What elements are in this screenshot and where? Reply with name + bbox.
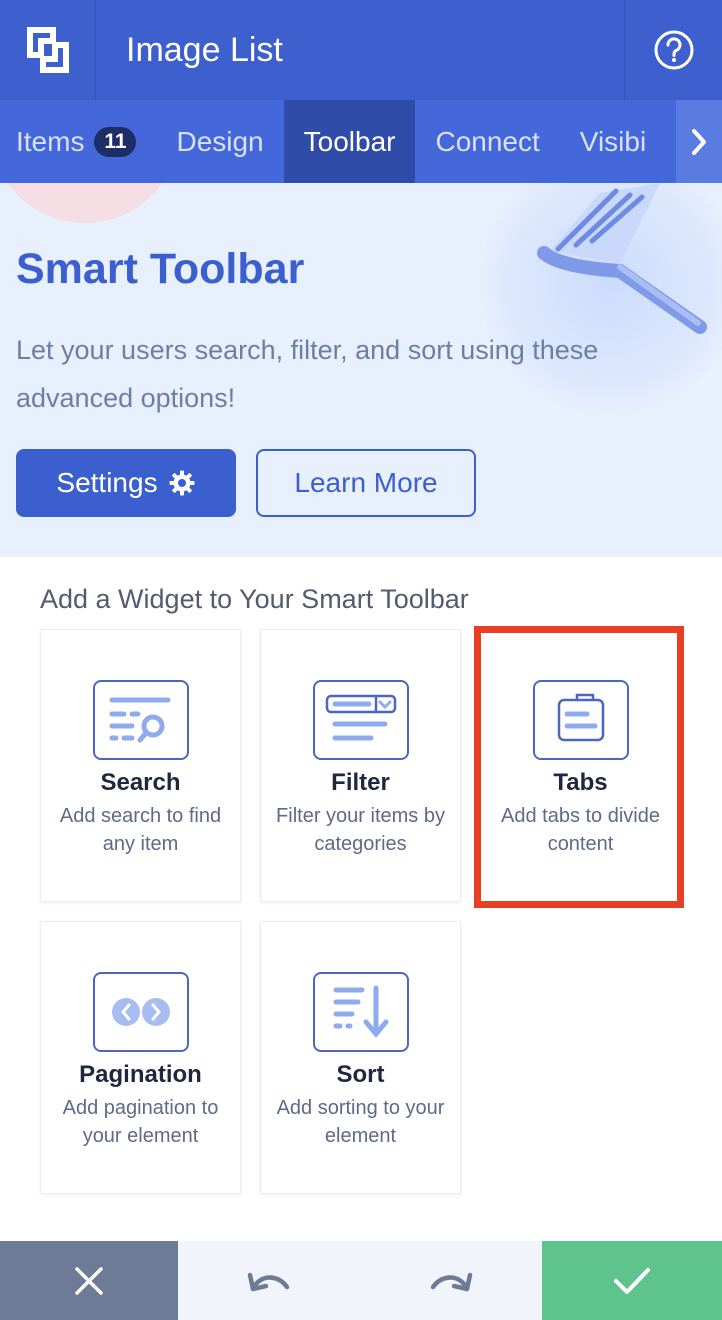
chevron-right-icon	[692, 128, 706, 155]
tab-items[interactable]: Items 11	[0, 100, 156, 183]
tab-label: Toolbar	[303, 125, 396, 157]
widget-description: Filter your items by categories	[276, 805, 445, 855]
gear-icon	[169, 470, 195, 496]
undo-icon	[247, 1272, 290, 1291]
close-button[interactable]	[0, 1241, 178, 1320]
logo[interactable]	[0, 0, 96, 100]
app-header: Image List	[0, 0, 722, 100]
widget-card-sort[interactable]: Sort Add sorting to your element	[260, 921, 461, 1194]
tab-visibility[interactable]: Visibi	[560, 100, 666, 183]
tab-toolbar[interactable]: Toolbar	[283, 100, 416, 183]
logo-icon	[26, 27, 69, 73]
hero-title: Smart Toolbar	[16, 245, 305, 293]
widget-card-filter[interactable]: Filter Filter your items by categories	[260, 629, 461, 902]
tab-label: Items	[16, 125, 85, 157]
filter-widget-icon	[313, 680, 409, 760]
tabs-scroll-right-button[interactable]	[676, 100, 722, 183]
question-icon	[654, 30, 693, 70]
redo-icon	[430, 1272, 473, 1291]
confirm-button[interactable]	[542, 1241, 722, 1320]
widget-card-search[interactable]: Search Add search to find any item	[40, 629, 241, 902]
funnel-icon	[537, 183, 707, 334]
sort-widget-icon	[313, 972, 409, 1052]
tab-label: Visibi	[579, 125, 647, 157]
close-icon	[75, 1266, 103, 1295]
items-count-badge: 11	[94, 126, 137, 157]
widget-card-pagination[interactable]: Pagination Add pagination to your elemen…	[40, 921, 241, 1194]
decorative-circle	[0, 183, 180, 223]
tab-design[interactable]: Design	[156, 100, 283, 183]
settings-label: Settings	[56, 467, 158, 498]
pagination-widget-icon	[93, 972, 189, 1052]
widget-name: Filter	[331, 769, 390, 796]
widget-description: Add pagination to your element	[62, 1097, 219, 1147]
check-icon	[614, 1267, 650, 1294]
history-controls	[178, 1241, 542, 1320]
settings-button[interactable]: Settings	[16, 449, 236, 517]
widget-description: Add search to find any item	[59, 805, 222, 855]
help-button[interactable]	[624, 0, 722, 100]
undo-button[interactable]	[229, 1241, 309, 1320]
widget-name: Sort	[336, 1061, 385, 1088]
tab-connect[interactable]: Connect	[415, 100, 559, 183]
smart-toolbar-hero: Smart Toolbar Let your users search, fil…	[0, 183, 722, 557]
widget-description: Add sorting to your element	[276, 1097, 445, 1147]
window-title: Image List	[126, 30, 283, 69]
tab-label: Connect	[435, 125, 540, 157]
tab-bar: Items 11 Design Toolbar Connect Visibi	[0, 100, 722, 183]
hero-description: Let your users search, filter, and sort …	[16, 335, 599, 413]
search-widget-icon	[93, 680, 189, 760]
widget-name: Search	[100, 769, 181, 796]
tab-label: Design	[176, 125, 264, 157]
learn-more-button[interactable]: Learn More	[256, 449, 476, 517]
tabs-widget-highlight	[474, 626, 684, 908]
widget-name: Pagination	[79, 1061, 202, 1088]
bottom-action-bar	[0, 1241, 722, 1320]
redo-button[interactable]	[411, 1241, 491, 1320]
widgets-section-title: Add a Widget to Your Smart Toolbar	[40, 584, 469, 614]
